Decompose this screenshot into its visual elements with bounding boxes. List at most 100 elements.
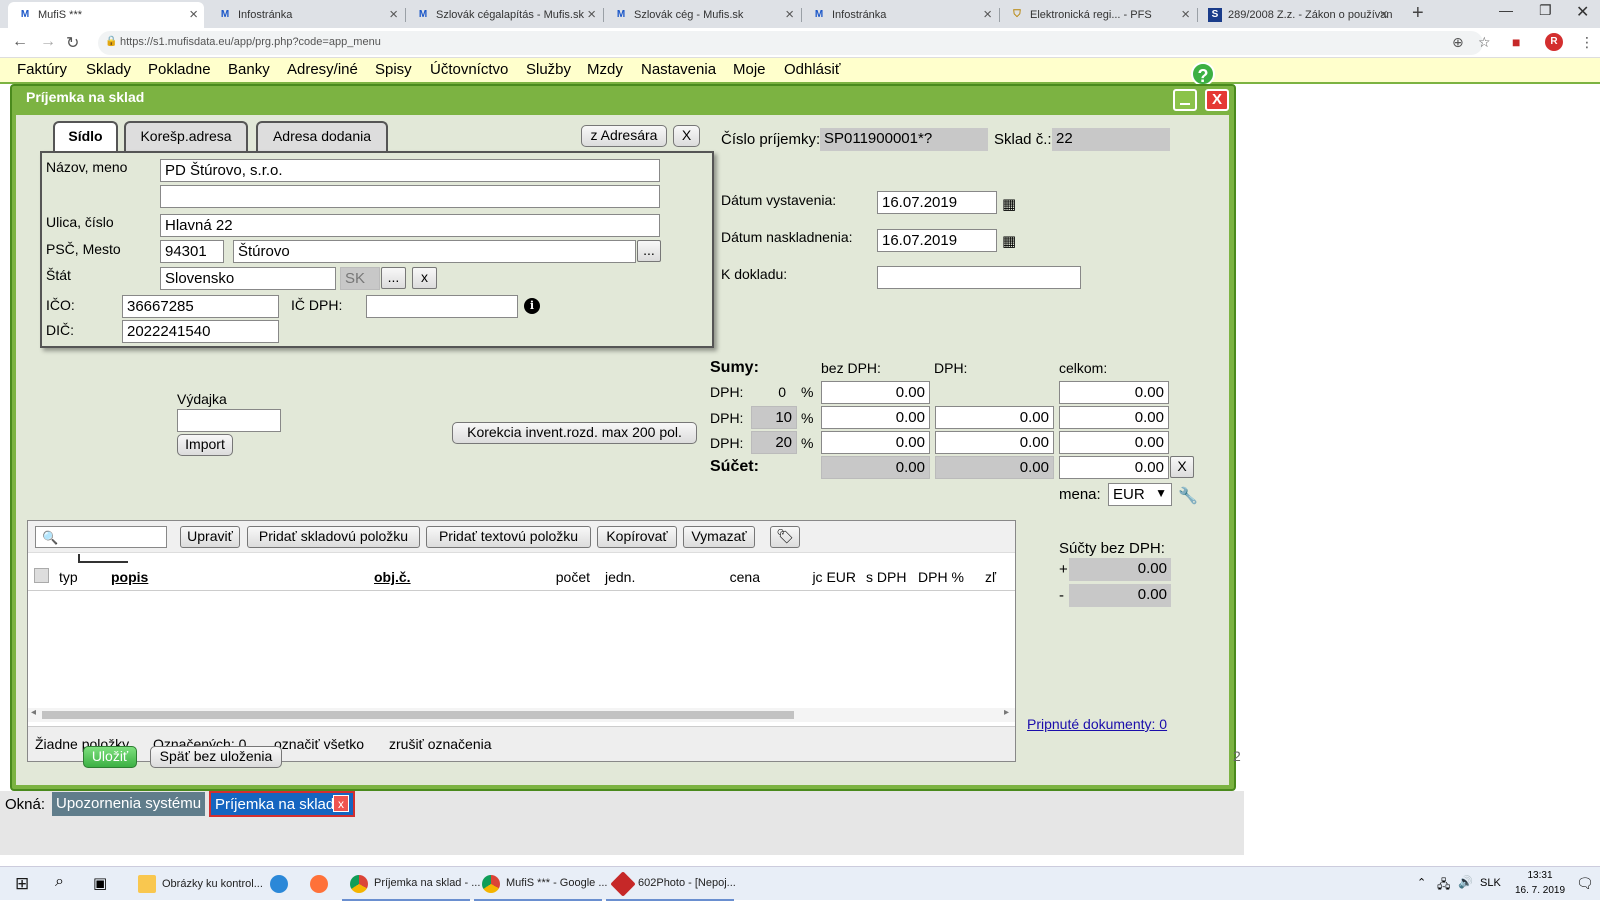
state-lookup-button[interactable]: ... — [381, 267, 406, 289]
scrollbar-thumb[interactable] — [42, 711, 794, 719]
total-20-input[interactable]: 0.00 — [1059, 431, 1169, 454]
tab-close-icon[interactable]: × — [785, 6, 794, 23]
forward-arrow-icon[interactable]: → — [40, 33, 56, 51]
taskbar-app-explorer[interactable]: Obrázky ku kontrol... — [130, 867, 263, 901]
browser-tab[interactable]: ⛉ Elektronická regi... - PFS × — [1000, 2, 1196, 28]
delete-button[interactable]: Vymazať — [683, 526, 755, 548]
minimize-window-icon[interactable]: — — [1499, 2, 1513, 18]
city-lookup-button[interactable]: ... — [637, 240, 661, 262]
menu-nastavenia[interactable]: Nastavenia — [641, 61, 716, 78]
col-jc-eur[interactable]: jc EUR — [788, 569, 856, 585]
add-text-item-button[interactable]: Pridať textovú položku — [426, 526, 591, 548]
menu-spisy[interactable]: Spisy — [375, 61, 412, 78]
col-jedn[interactable]: jedn. — [605, 569, 635, 585]
name-input-2[interactable] — [160, 185, 660, 208]
base-20-input[interactable]: 0.00 — [821, 431, 930, 454]
volume-icon[interactable]: 🔊 — [1458, 875, 1473, 889]
state-input[interactable]: Slovensko — [160, 267, 336, 290]
correction-button[interactable]: Korekcia invent.rozd. max 200 pol. — [452, 422, 697, 444]
vat-10-input[interactable]: 0.00 — [935, 406, 1054, 429]
tray-chevron-up-icon[interactable]: ⌃ — [1417, 876, 1426, 889]
from-address-book-button[interactable]: z Adresára — [581, 125, 667, 147]
edit-button[interactable]: Upraviť — [180, 526, 240, 548]
tab-close-icon[interactable]: × — [389, 6, 398, 23]
sum-total-input[interactable]: 0.00 — [1059, 456, 1169, 479]
clock-time[interactable]: 13:31 — [1510, 870, 1570, 881]
select-all-checkbox[interactable] — [34, 568, 49, 583]
windows-start-icon[interactable]: ⊞ — [15, 874, 29, 894]
add-stock-item-button[interactable]: Pridať skladovú položku — [247, 526, 420, 548]
stock-date-input[interactable]: 16.07.2019 — [877, 229, 997, 252]
col-cena[interactable]: cena — [668, 569, 760, 585]
taskbar-app-chrome-receipt[interactable]: Príjemka na sklad - ... — [342, 867, 480, 901]
firefox-icon[interactable] — [310, 875, 328, 893]
back-without-saving-button[interactable]: Späť bez uloženia — [150, 746, 282, 768]
ref-doc-input[interactable] — [877, 266, 1081, 289]
attached-documents-link[interactable]: Pripnuté dokumenty: 0 — [1027, 716, 1167, 732]
mark-all-link[interactable]: označiť všetko — [274, 736, 364, 752]
tag-icon[interactable]: 🏷 — [770, 526, 800, 548]
profile-avatar[interactable]: R — [1545, 33, 1563, 51]
city-input[interactable]: Štúrovo — [233, 240, 636, 263]
import-button[interactable]: Import — [177, 434, 233, 456]
menu-mzdy[interactable]: Mzdy — [587, 61, 623, 78]
col-obj-c[interactable]: obj.č. — [374, 569, 411, 585]
scroll-left-icon[interactable]: ◂ — [31, 707, 36, 718]
reload-icon[interactable]: ↻ — [66, 33, 79, 53]
state-clear-button[interactable]: x — [412, 267, 437, 289]
window-minimize-button[interactable] — [1173, 89, 1197, 111]
search-icon[interactable]: ⌕ — [55, 873, 64, 891]
clear-address-button[interactable]: X — [673, 125, 700, 147]
icdph-input[interactable] — [366, 295, 518, 318]
back-arrow-icon[interactable]: ← — [12, 33, 28, 51]
network-icon[interactable]: 🖧 — [1437, 875, 1450, 896]
tab-close-icon[interactable]: × — [587, 6, 596, 23]
issue-date-input[interactable]: 16.07.2019 — [877, 191, 997, 214]
menu-banky[interactable]: Banky — [228, 61, 270, 78]
col-typ[interactable]: typ — [59, 569, 78, 585]
tab-close-icon[interactable]: × — [1181, 6, 1190, 23]
menu-sluzby[interactable]: Služby — [526, 61, 571, 78]
col-dph-pct[interactable]: DPH % — [918, 569, 964, 585]
zoom-icon[interactable]: ⊕ — [1452, 34, 1464, 51]
menu-uctovnictvo[interactable]: Účtovníctvo — [430, 61, 508, 78]
language-indicator[interactable]: SLK — [1480, 877, 1501, 889]
total-10-input[interactable]: 0.00 — [1059, 406, 1169, 429]
grid-search-input[interactable]: 🔍 — [35, 526, 167, 548]
grid-horizontal-scrollbar[interactable]: ◂ ▸ — [28, 707, 1015, 722]
col-popis[interactable]: popis — [111, 569, 148, 585]
wrench-icon[interactable]: 🔧 — [1178, 486, 1198, 506]
base-10-input[interactable]: 0.00 — [821, 406, 930, 429]
vat-20-input[interactable]: 0.00 — [935, 431, 1054, 454]
menu-adresy[interactable]: Adresy/iné — [287, 61, 358, 78]
taskbar-app-602photo[interactable]: 602Photo - [Nepoj... — [606, 867, 736, 901]
menu-pokladne[interactable]: Pokladne — [148, 61, 211, 78]
tab-close-icon[interactable]: × — [189, 6, 198, 23]
ico-input[interactable]: 36667285 — [122, 295, 279, 318]
tab-sidlo[interactable]: Sídlo — [53, 121, 118, 151]
window-item-notifications[interactable]: Upozornenia systému — [52, 792, 206, 816]
close-window-icon[interactable]: ✕ — [1576, 2, 1589, 22]
menu-moje[interactable]: Moje — [733, 61, 766, 78]
zip-input[interactable]: 94301 — [160, 240, 224, 263]
info-icon[interactable]: i — [524, 298, 540, 314]
sum-clear-button[interactable]: X — [1170, 456, 1194, 478]
name-input-1[interactable]: PD Štúrovo, s.r.o. — [160, 159, 660, 182]
browser-tab[interactable]: M Infostránka × — [208, 2, 404, 28]
tab-close-icon[interactable]: × — [1379, 6, 1388, 23]
unmark-link[interactable]: zrušiť označenia — [389, 736, 492, 752]
help-question-icon[interactable]: ? — [1191, 62, 1215, 86]
extension-icon[interactable]: ■ — [1512, 34, 1520, 50]
window-close-button[interactable]: X — [1205, 89, 1229, 111]
col-zlava[interactable]: zľ — [985, 569, 996, 585]
bookmark-star-icon[interactable]: ☆ — [1478, 34, 1491, 51]
col-s-dph[interactable]: s DPH — [866, 569, 906, 585]
currency-select[interactable]: EUR ▼ — [1108, 483, 1172, 506]
vydajka-input[interactable] — [177, 409, 281, 432]
new-tab-plus-icon[interactable]: + — [1412, 2, 1424, 25]
browser-tab[interactable]: M MufiS *** × — [8, 2, 204, 28]
url-field[interactable]: 🔒 https://s1.mufisdata.eu/app/prg.php?co… — [98, 31, 1483, 55]
notifications-icon[interactable]: 🗨 — [1576, 875, 1594, 892]
tab-adresa-dodania[interactable]: Adresa dodania — [256, 121, 388, 151]
browser-tab[interactable]: S 289/2008 Z.z. - Zákon o používan × — [1198, 2, 1394, 28]
